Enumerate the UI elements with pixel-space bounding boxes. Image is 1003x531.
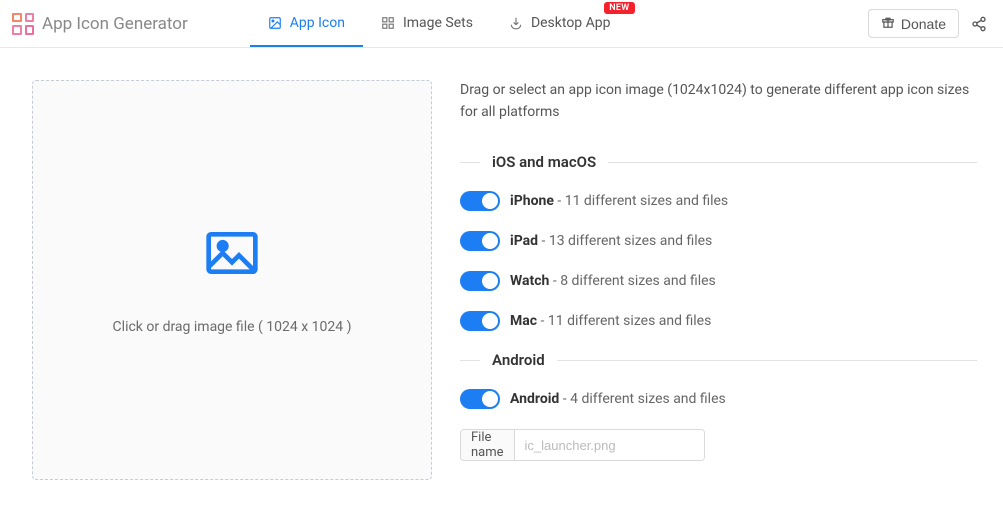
donate-label: Donate — [901, 16, 946, 32]
toggle-ipad[interactable] — [460, 231, 500, 251]
gift-icon — [881, 15, 895, 32]
filename-input[interactable] — [515, 430, 705, 460]
toggle-iphone[interactable] — [460, 191, 500, 211]
filename-label: File name — [461, 430, 515, 460]
toggle-row-watch: Watch - 8 different sizes and files — [460, 271, 977, 291]
new-badge: NEW — [604, 2, 634, 14]
share-icon[interactable] — [971, 16, 987, 32]
toggle-row-ipad: iPad - 13 different sizes and files — [460, 231, 977, 251]
intro-text: Drag or select an app icon image (1024x1… — [460, 80, 977, 123]
nav-label: Desktop App — [531, 15, 611, 31]
toggle-row-iphone: iPhone - 11 different sizes and files — [460, 191, 977, 211]
toggle-mac[interactable] — [460, 311, 500, 331]
toggle-android[interactable] — [460, 389, 500, 409]
grid-icon — [381, 16, 395, 30]
nav-label: App Icon — [290, 15, 345, 31]
dropzone-text: Click or drag image file ( 1024 x 1024 ) — [113, 319, 352, 335]
donate-button[interactable]: Donate — [868, 9, 959, 38]
filename-row: File name — [460, 429, 705, 461]
nav-desktop-app[interactable]: Desktop App NEW — [491, 0, 629, 47]
logo-icon — [12, 13, 34, 35]
image-placeholder-icon — [204, 225, 260, 285]
nav-app-icon[interactable]: App Icon — [250, 0, 363, 47]
nav-label: Image Sets — [403, 15, 473, 31]
download-icon — [509, 16, 523, 30]
section-heading-android: Android — [460, 351, 977, 369]
section-heading-ios: iOS and macOS — [460, 153, 977, 171]
logo[interactable]: App Icon Generator — [12, 13, 188, 35]
nav-image-sets[interactable]: Image Sets — [363, 0, 491, 47]
toggle-watch[interactable] — [460, 271, 500, 291]
app-title: App Icon Generator — [42, 14, 188, 34]
toggle-row-android: Android - 4 different sizes and files — [460, 389, 977, 409]
toggle-row-mac: Mac - 11 different sizes and files — [460, 311, 977, 331]
dropzone[interactable]: Click or drag image file ( 1024 x 1024 ) — [32, 80, 432, 480]
image-icon — [268, 16, 282, 30]
